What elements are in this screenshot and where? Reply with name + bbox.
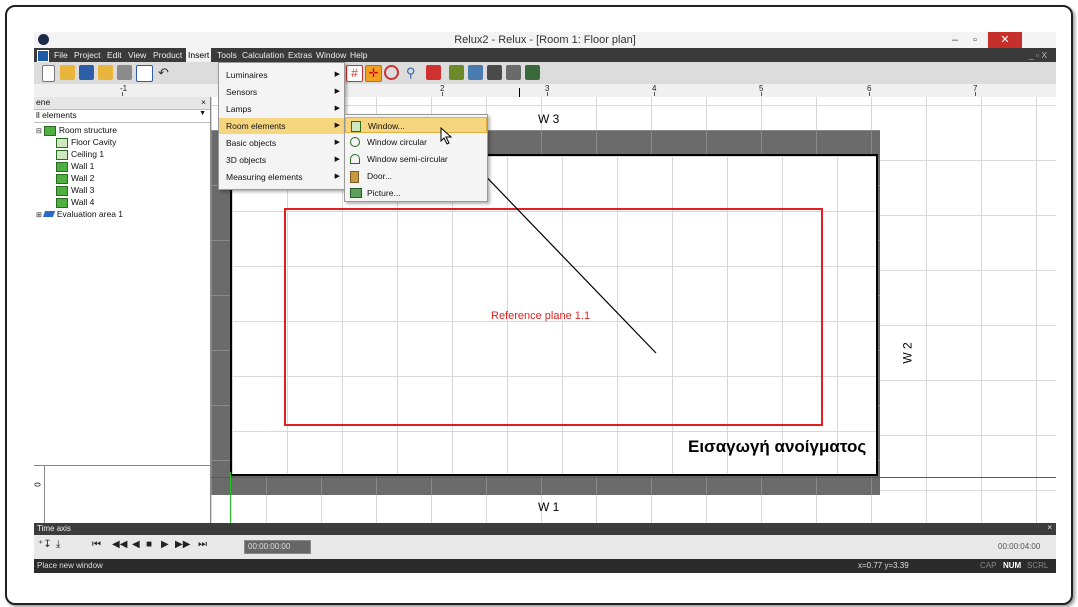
door-icon	[350, 171, 359, 183]
insert-menu-dropdown: Luminaires ▶ Sensors ▶ Lamps ▶ Room element…	[218, 62, 345, 190]
status-bar: Place new window x=0.77 y=3.39 CAP NUM S…	[34, 559, 1056, 573]
menu-item-room-elements[interactable]: Room elements ▶	[219, 118, 344, 134]
add-keyframe-icon[interactable]: ⁺↧	[38, 539, 52, 550]
window-circular-icon	[350, 137, 360, 147]
current-time-field[interactable]: 00:00:00:00	[244, 540, 311, 554]
skip-end-icon[interactable]: ⏭	[198, 539, 207, 550]
submenu-item-door[interactable]: Door...	[345, 168, 487, 184]
menu-item-lamps[interactable]: Lamps ▶	[219, 101, 344, 117]
status-message: Place new window	[37, 561, 103, 570]
coordinates-readout: x=0.77 y=3.39	[858, 561, 909, 570]
step-forward-icon[interactable]: ▶▶	[175, 539, 190, 550]
remove-keyframe-icon[interactable]: ⤓	[56, 539, 60, 550]
step-back-icon[interactable]: ◀◀	[112, 539, 127, 550]
submenu-item-picture[interactable]: Picture...	[345, 185, 487, 201]
time-axis-header: Time axis ×	[34, 523, 1056, 535]
menu-item-sensors[interactable]: Sensors ▶	[219, 84, 344, 100]
time-axis-close-icon[interactable]: ×	[1047, 523, 1052, 532]
time-axis-controls: ⁺↧ ⤓ ⏮ ◀◀ ◀ ■ ▶ ▶▶ ⏭ 00:00:00:00 00:00:0…	[34, 535, 1056, 559]
window-semicircular-icon	[350, 154, 360, 164]
submenu-item-window-circular[interactable]: Window circular	[345, 134, 487, 150]
app-window: Relux2 - Relux - [Room 1: Floor plan] – …	[34, 32, 1056, 580]
annotation-arrow	[444, 133, 657, 354]
picture-icon	[350, 188, 362, 198]
play-back-icon[interactable]: ◀	[132, 539, 140, 550]
submenu-item-window-semicircular[interactable]: Window semi-circular	[345, 151, 487, 167]
play-icon[interactable]: ▶	[161, 539, 169, 550]
menu-item-luminaires[interactable]: Luminaires ▶	[219, 67, 344, 83]
menu-item-basic-objects[interactable]: Basic objects ▶	[219, 135, 344, 151]
num-indicator: NUM	[1003, 561, 1022, 570]
menu-item-3d-objects[interactable]: 3D objects ▶	[219, 152, 344, 168]
scrl-indicator: SCRL	[1027, 561, 1049, 570]
submenu-item-window[interactable]: Window...	[345, 117, 487, 133]
menu-item-measuring-elements[interactable]: Measuring elements ▶	[219, 169, 344, 185]
stop-icon[interactable]: ■	[146, 539, 152, 550]
cap-indicator: CAP	[980, 561, 997, 570]
window-icon	[351, 121, 361, 132]
mouse-cursor-icon	[440, 127, 453, 145]
skip-start-icon[interactable]: ⏮	[92, 539, 101, 550]
end-time-label: 00:00:04:00	[998, 542, 1041, 551]
time-axis-label: Time axis	[37, 524, 71, 533]
room-elements-submenu: Window... Window circular Window semi-ci…	[344, 114, 488, 202]
